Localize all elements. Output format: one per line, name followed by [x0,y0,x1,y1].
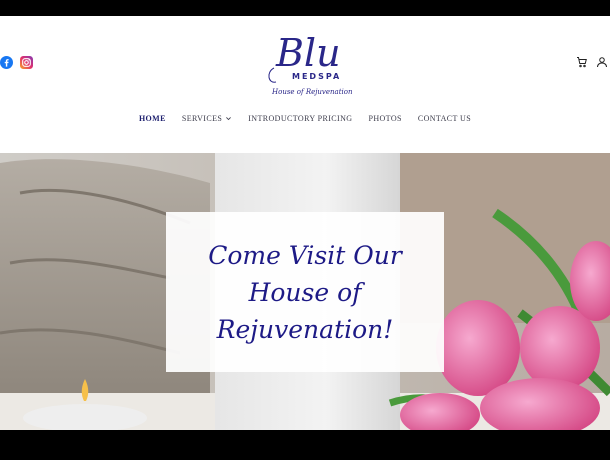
facebook-icon[interactable] [0,56,13,69]
cart-icon[interactable] [576,56,588,68]
hero-headline: Come Visit Our House of Rejuvenation! [208,237,402,348]
top-bar [0,0,610,16]
social-links [0,56,33,69]
nav-photos[interactable]: PHOTOS [360,114,409,123]
hero-headline-line-1: Come Visit Our [208,240,402,270]
nav-contact-us[interactable]: CONTACT US [410,114,479,123]
chevron-down-icon [226,117,232,121]
instagram-icon[interactable] [20,56,33,69]
bottom-bar [0,444,610,460]
logo-name: Blu [275,31,341,75]
brand-logo[interactable]: Blu MEDSPA House of Rejuvenation [262,24,352,104]
logo-subtitle: MEDSPA [292,72,341,81]
logo-tagline: House of Rejuvenation [271,88,352,96]
hero-headline-line-2: House of [248,277,362,307]
header-actions [576,56,608,68]
account-icon[interactable] [596,56,608,68]
hero-banner: Come Visit Our House of Rejuvenation! [0,153,610,430]
nav-home[interactable]: HOME [131,114,174,123]
hero-headline-line-3: Rejuvenation! [216,314,394,344]
site-header: Blu MEDSPA House of Rejuvenation HOME SE… [0,16,610,153]
nav-services-label: SERVICES [181,114,223,123]
hero-panel: Come Visit Our House of Rejuvenation! [166,212,444,372]
main-nav: HOME SERVICES INTRODUCTORY PRICING PHOTO… [0,114,610,123]
nav-services[interactable]: SERVICES [174,114,240,123]
nav-introductory-pricing[interactable]: INTRODUCTORY PRICING [240,114,360,123]
